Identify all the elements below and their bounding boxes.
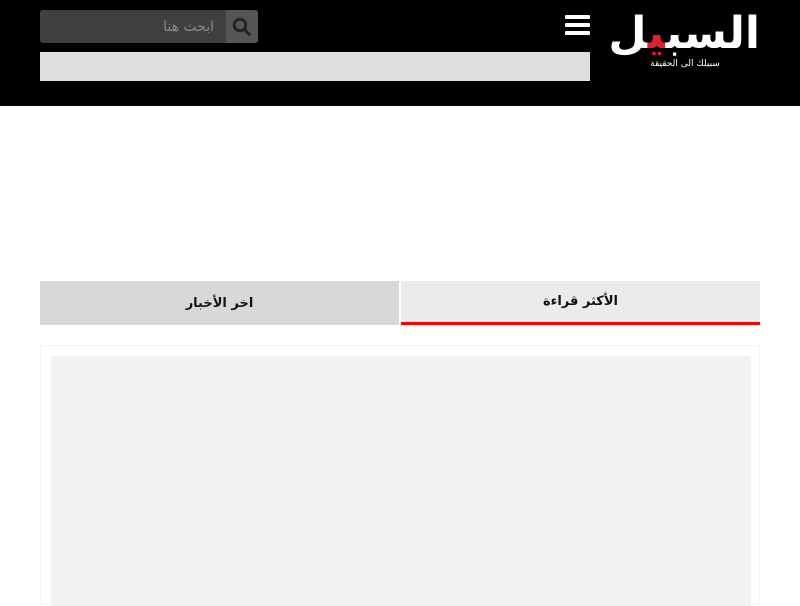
- tab-most-read[interactable]: الأكثر قراءة: [401, 281, 760, 325]
- hamburger-icon[interactable]: [565, 15, 590, 36]
- search-box: [40, 10, 258, 43]
- news-tabs: اخر الأخبار الأكثر قراءة: [40, 281, 760, 325]
- logo-wordmark: السبيل: [608, 8, 761, 59]
- logo-text-end: ل: [608, 8, 648, 59]
- search-input[interactable]: [40, 10, 226, 43]
- search-button[interactable]: [226, 10, 258, 43]
- logo-text-start: السب: [665, 8, 761, 59]
- logo-tagline: سبيلك الى الحقيقة: [650, 59, 720, 69]
- site-logo[interactable]: السبيل سبيلك الى الحقيقة: [608, 8, 761, 74]
- search-icon: [232, 17, 251, 36]
- tab-content-panel: [40, 345, 760, 606]
- site-header: السبيل سبيلك الى الحقيقة: [0, 0, 800, 106]
- logo-text-red: ي: [647, 8, 667, 59]
- tab-latest-news[interactable]: اخر الأخبار: [40, 281, 399, 325]
- content-placeholder: [51, 356, 751, 606]
- ad-banner-placeholder: [40, 52, 590, 81]
